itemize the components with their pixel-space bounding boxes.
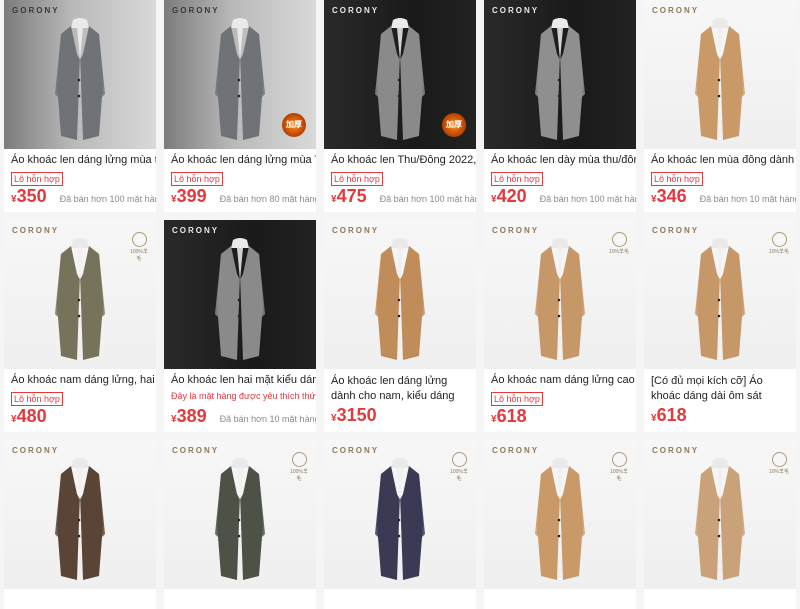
sold-count: Đã bán hơn 10 mặt hàng.: [219, 414, 316, 424]
thick-badge: 加厚: [282, 113, 306, 137]
product-image[interactable]: CORONY: [164, 220, 316, 369]
price-row: ¥ 399 Đã bán hơn 80 mặt hàng.: [164, 186, 316, 210]
product-card[interactable]: CORONY Áo khoác len hai mặt kiểu dáng mớ…: [164, 220, 316, 432]
product-title[interactable]: Áo khoác len Thu/Đông 2022, Áo: [324, 149, 476, 169]
coat-image: [373, 14, 427, 149]
coat-image: [213, 14, 267, 149]
price: 420: [496, 186, 527, 206]
coat-image: [533, 14, 587, 149]
mixed-lot-tag: Lô hỗn hợp: [11, 172, 63, 186]
product-card[interactable]: CORONY 100%羊毛: [324, 440, 476, 609]
product-image[interactable]: CORONY: [484, 0, 636, 149]
mixed-lot-tag: Lô hỗn hợp: [651, 172, 703, 186]
sold-count: Đã bán hơn 100 mặt hàng.: [379, 194, 476, 204]
coat-image: [693, 454, 747, 589]
product-card[interactable]: CORONY 100%羊毛: [484, 440, 636, 609]
coat-image: [533, 234, 587, 369]
mixed-lot-tag: Lô hỗn hợp: [11, 392, 63, 406]
product-image[interactable]: CORONY 加厚: [324, 0, 476, 149]
coat-image: [213, 234, 267, 369]
price-row: ¥ 350 Đã bán hơn 100 mặt hàng.: [4, 186, 156, 210]
product-card[interactable]: CORONY 加厚Áo khoác len Thu/Đông 2022, Áo L…: [324, 0, 476, 212]
product-image[interactable]: CORONY 10%羊毛: [644, 440, 796, 589]
product-title[interactable]: Áo khoác len hai mặt kiểu dáng mới: [164, 369, 316, 389]
wool-badge: 100%羊毛: [448, 452, 470, 482]
price: 350: [16, 186, 47, 206]
wool-badge: 10%羊毛: [768, 232, 790, 255]
product-image[interactable]: CORONY: [4, 440, 156, 589]
product-image[interactable]: CORONY 100%羊毛: [4, 220, 156, 369]
product-grid: GORONY Áo khoác len dáng lửng mùa thu/Lô…: [0, 0, 800, 609]
product-image[interactable]: CORONY 100%羊毛: [484, 440, 636, 589]
sold-count: Đã bán hơn 10 mặt hàng.: [699, 194, 796, 204]
wool-badge: 10%羊毛: [608, 232, 630, 255]
product-image[interactable]: CORONY 100%羊毛: [164, 440, 316, 589]
product-title[interactable]: Áo khoác len mùa đông dành cho: [644, 149, 796, 169]
product-card[interactable]: GORONY 加厚Áo khoác len dáng lửng mùa Thu/…: [164, 0, 316, 212]
price: 618: [496, 406, 527, 426]
product-title[interactable]: Áo khoác len dày mùa thu/đông: [484, 149, 636, 169]
coat-image: [213, 454, 267, 589]
mixed-lot-tag: Lô hỗn hợp: [331, 172, 383, 186]
product-title[interactable]: Áo khoác nam dáng lửng, hai hàng: [4, 369, 156, 389]
product-image[interactable]: GORONY 加厚: [164, 0, 316, 149]
wool-badge: 100%羊毛: [128, 232, 150, 262]
product-image[interactable]: CORONY 100%羊毛: [324, 440, 476, 589]
product-card[interactable]: CORONY Áo khoác len mùa đông dành cho Lô …: [644, 0, 796, 212]
product-card[interactable]: CORONY 10%羊毛Áo khoác nam dáng lửng cao c…: [484, 220, 636, 432]
price-row: ¥ 475 Đã bán hơn 100 mặt hàng.: [324, 186, 476, 210]
thick-badge: 加厚: [442, 113, 466, 137]
coat-image: [53, 454, 107, 589]
product-title[interactable]: Áo khoác nam dáng lửng cao cấp: [484, 369, 636, 389]
price-row: ¥ 618: [484, 406, 636, 430]
price-row: ¥ 480: [4, 406, 156, 430]
price: 399: [176, 186, 207, 206]
wool-badge: 10%羊毛: [768, 452, 790, 475]
product-image[interactable]: CORONY: [324, 220, 476, 369]
coat-image: [53, 234, 107, 369]
wool-badge: 100%羊毛: [608, 452, 630, 482]
mixed-lot-tag: Lô hỗn hợp: [491, 392, 543, 406]
coat-image: [533, 454, 587, 589]
price-row: ¥ 389 Đã bán hơn 10 mặt hàng.: [164, 406, 316, 430]
product-card[interactable]: GORONY Áo khoác len dáng lửng mùa thu/Lô…: [4, 0, 156, 212]
product-image[interactable]: CORONY 10%羊毛: [644, 220, 796, 369]
promo-text: Đây là mặt hàng được yêu thích thứ hai: [171, 391, 316, 401]
price-row: ¥ 3150: [324, 405, 476, 429]
product-image[interactable]: CORONY 10%羊毛: [484, 220, 636, 369]
price: 618: [656, 405, 687, 425]
product-title[interactable]: Áo khoác len dáng lửng mùa Thu/: [164, 149, 316, 169]
price: 346: [656, 186, 687, 206]
product-card[interactable]: CORONY 10%羊毛 [Có đủ mọi kích cỡ] Áo khoác…: [644, 220, 796, 432]
price-row: ¥ 420 Đã bán hơn 100 mặt hàng.: [484, 186, 636, 210]
product-card[interactable]: CORONY 10%羊毛: [644, 440, 796, 609]
product-card[interactable]: CORONY 100%羊毛: [164, 440, 316, 609]
coat-image: [373, 454, 427, 589]
wool-badge: 100%羊毛: [288, 452, 310, 482]
product-title[interactable]: Áo khoác len dáng lửng mùa thu/: [4, 149, 156, 169]
price-row: ¥ 618: [644, 405, 796, 429]
product-title[interactable]: [Có đủ mọi kích cỡ] Áo khoác dáng dài ôm…: [644, 369, 796, 405]
product-card[interactable]: CORONY 100%羊毛 Áo khoác nam dáng lửng, hai…: [4, 220, 156, 432]
price: 3150: [336, 405, 377, 425]
price: 475: [336, 186, 367, 206]
sold-count: Đã bán hơn 100 mặt hàng.: [539, 194, 636, 204]
coat-image: [693, 234, 747, 369]
mixed-lot-tag: Lô hỗn hợp: [171, 172, 223, 186]
product-title[interactable]: Áo khoác len dáng lửng dành cho nam, kiể…: [324, 369, 476, 405]
product-image[interactable]: GORONY: [4, 0, 156, 149]
price: 480: [16, 406, 47, 426]
price-row: ¥ 346 Đã bán hơn 10 mặt hàng.: [644, 186, 796, 210]
mixed-lot-tag: Lô hỗn hợp: [491, 172, 543, 186]
coat-image: [373, 234, 427, 369]
price: 389: [176, 406, 207, 426]
product-card[interactable]: CORONY Áo khoác len dày mùa thu/đông Lô h…: [484, 0, 636, 212]
coat-image: [693, 14, 747, 149]
sold-count: Đã bán hơn 80 mặt hàng.: [219, 194, 316, 204]
product-image[interactable]: CORONY: [644, 0, 796, 149]
product-card[interactable]: CORONY: [4, 440, 156, 609]
sold-count: Đã bán hơn 100 mặt hàng.: [59, 194, 156, 204]
product-card[interactable]: CORONY Áo khoác len dáng lửng dành cho n…: [324, 220, 476, 432]
coat-image: [53, 14, 107, 149]
